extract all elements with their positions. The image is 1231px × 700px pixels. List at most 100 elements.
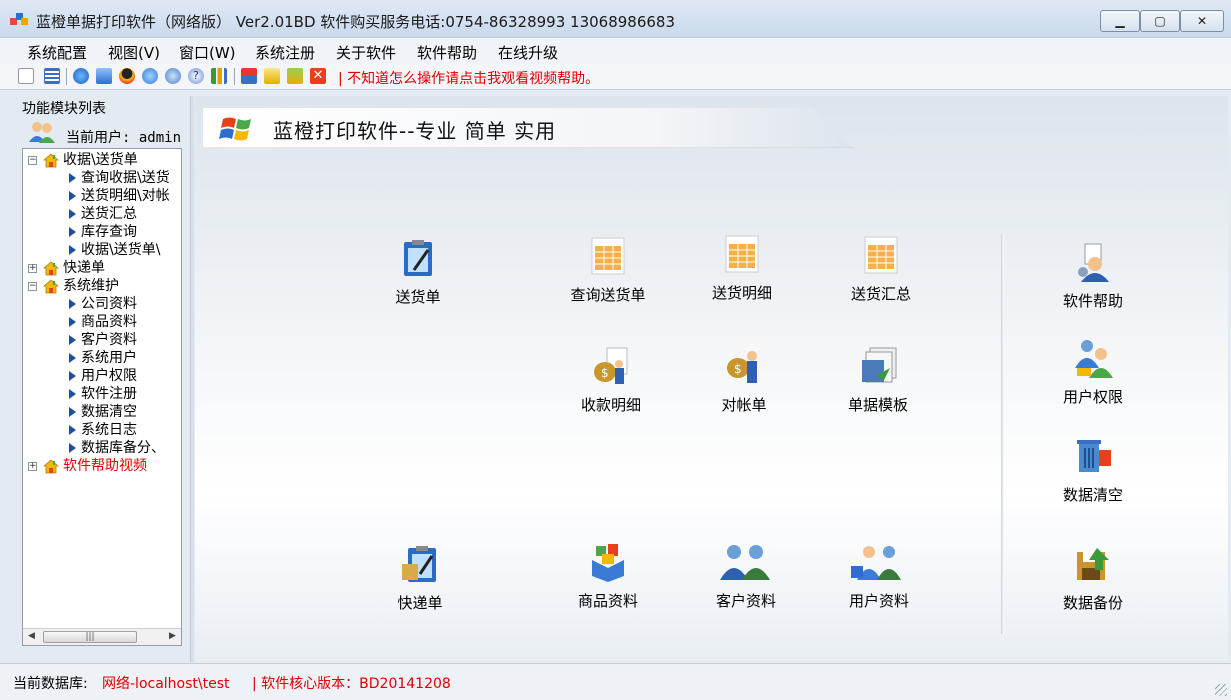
menu-system-config[interactable]: 系统配置	[27, 42, 87, 63]
resize-grip[interactable]	[1215, 684, 1227, 696]
menu-online-upgrade[interactable]: 在线升级	[498, 42, 558, 63]
tree-expander[interactable]: −	[28, 156, 37, 165]
horizontal-scrollbar[interactable]: ◀ ||| ▶	[23, 628, 181, 645]
templates-label: 单据模板	[847, 396, 908, 414]
menu-register[interactable]: 系统注册	[255, 42, 315, 63]
panel-splitter[interactable]	[190, 96, 194, 662]
menu-bar: 系统配置 视图(V) 窗口(W) 系统注册 关于软件 软件帮助 在线升级	[0, 38, 1231, 64]
tree-expander[interactable]: +	[28, 462, 37, 471]
tree-item[interactable]: 商品资料	[81, 313, 137, 331]
table-icon[interactable]	[44, 68, 60, 84]
database-value: 网络-localhost\test	[102, 676, 230, 692]
money-bag-icon: $	[591, 346, 631, 386]
help-icon[interactable]: ?	[188, 68, 204, 84]
users-icon	[28, 120, 56, 144]
tree-arrow-icon	[69, 227, 76, 237]
receipt-detail-button[interactable]: $ 收款明细	[556, 346, 666, 415]
delivery-detail-button[interactable]: 送货明细	[687, 234, 797, 303]
tree-item[interactable]: 系统用户	[81, 349, 137, 367]
panel-title: 功能模块列表	[22, 101, 106, 117]
close-button[interactable]: ✕	[1180, 10, 1224, 32]
query-delivery-button[interactable]: 查询送货单	[553, 236, 663, 305]
spreadsheet-icon	[588, 236, 628, 276]
backup-button[interactable]: 数据备份	[1038, 544, 1148, 613]
tree-item[interactable]: 库存查询	[81, 223, 137, 241]
close-red-icon[interactable]: ✕	[310, 68, 326, 84]
minimize-button[interactable]: ▁	[1100, 10, 1140, 32]
maximize-button[interactable]: ▢	[1140, 10, 1180, 32]
users-group-icon	[851, 542, 907, 582]
tree-item[interactable]: 送货明细\对帐	[81, 187, 170, 205]
folder-icon[interactable]	[264, 68, 280, 84]
products-label: 商品资料	[577, 592, 638, 610]
current-user-label: 当前用户: admin	[66, 130, 182, 146]
tree-item[interactable]: 数据清空	[81, 403, 137, 421]
help-button[interactable]: 软件帮助	[1038, 242, 1148, 311]
tree-item[interactable]: 系统日志	[81, 421, 137, 439]
customers-button[interactable]: 客户资料	[691, 542, 801, 611]
tree-arrow-icon	[69, 407, 76, 417]
product-boxes-icon	[588, 542, 628, 582]
user-icon[interactable]	[142, 68, 158, 84]
tree-group[interactable]: 快递单	[63, 259, 105, 277]
svg-text:$: $	[734, 362, 742, 376]
express-button[interactable]: 快递单	[365, 544, 475, 613]
customers-label: 客户资料	[715, 592, 776, 610]
tree-item[interactable]: 送货汇总	[81, 205, 137, 223]
print-icon[interactable]	[241, 68, 257, 84]
help-person-icon	[1073, 242, 1113, 282]
scroll-left-icon[interactable]: ◀	[28, 631, 35, 641]
tree-item[interactable]: 公司资料	[81, 295, 137, 313]
delivery-summary-button[interactable]: 送货汇总	[826, 235, 936, 304]
floppy-backup-icon	[1073, 544, 1113, 584]
menu-about[interactable]: 关于软件	[336, 42, 396, 63]
chart-icon[interactable]	[211, 68, 227, 84]
tree-arrow-icon	[69, 389, 76, 399]
menu-help[interactable]: 软件帮助	[417, 42, 477, 63]
module-list-panel: 功能模块列表 当前用户: admin − 收据\送货单 查询收据\送货 送货明细\对帐…	[10, 96, 190, 662]
module-tree[interactable]: − 收据\送货单 查询收据\送货 送货明细\对帐 送货汇总 库存查询 收据\送货单\ + 快递单…	[22, 148, 182, 646]
tree-arrow-icon	[69, 353, 76, 363]
users-button[interactable]: 用户资料	[824, 542, 934, 611]
tree-item[interactable]: 客户资料	[81, 331, 137, 349]
permissions-label: 用户权限	[1062, 388, 1123, 406]
trash-icon	[1073, 436, 1113, 476]
tree-arrow-icon	[69, 191, 76, 201]
tree-group[interactable]: 收据\送货单	[63, 151, 138, 169]
tree-group[interactable]: 系统维护	[63, 277, 119, 295]
tree-group[interactable]: 软件帮助视频	[63, 457, 147, 475]
menu-view[interactable]: 视图(V)	[108, 42, 160, 63]
help-label: 软件帮助	[1062, 292, 1123, 310]
globe-icon[interactable]	[165, 68, 181, 84]
new-doc-icon[interactable]	[18, 68, 34, 84]
export-icon[interactable]	[287, 68, 303, 84]
delivery-button[interactable]: 送货单	[363, 238, 473, 307]
tree-item[interactable]: 软件注册	[81, 385, 137, 403]
menu-window[interactable]: 窗口(W)	[179, 42, 236, 63]
products-button[interactable]: 商品资料	[553, 542, 663, 611]
tree-expander[interactable]: +	[28, 264, 37, 273]
spreadsheet-icon	[861, 235, 901, 275]
tree-item[interactable]: 收据\送货单\	[81, 241, 160, 259]
windows-logo-icon	[217, 116, 259, 142]
reconcile-button[interactable]: $ 对帐单	[689, 346, 799, 415]
permissions-button[interactable]: 用户权限	[1038, 338, 1148, 407]
ie-icon[interactable]	[96, 68, 112, 84]
status-bar: 当前数据库: 网络-localhost\test | 软件核心版本：BD2014…	[0, 663, 1231, 700]
scroll-thumb[interactable]: |||	[43, 631, 137, 643]
tree-expander[interactable]: −	[28, 282, 37, 291]
tree-item[interactable]: 数据库备分、	[81, 439, 165, 457]
clear-data-button[interactable]: 数据清空	[1038, 436, 1148, 505]
delivery-summary-label: 送货汇总	[850, 285, 911, 303]
home-folder-icon	[42, 153, 60, 168]
ie-icon[interactable]	[73, 68, 89, 84]
tree-item[interactable]: 查询收据\送货	[81, 169, 170, 187]
home-folder-icon	[42, 261, 60, 276]
clear-data-label: 数据清空	[1062, 486, 1123, 504]
window-title: 蓝橙单据打印软件（网络版） Ver2.01BD 软件购买服务电话:0754-86…	[36, 13, 676, 31]
tree-item[interactable]: 用户权限	[81, 367, 137, 385]
templates-button[interactable]: 单据模板	[823, 346, 933, 415]
video-help-link[interactable]: | 不知道怎么操作请点击我观看视频帮助。	[338, 68, 599, 88]
qq-icon[interactable]	[119, 68, 135, 84]
scroll-right-icon[interactable]: ▶	[169, 631, 176, 641]
